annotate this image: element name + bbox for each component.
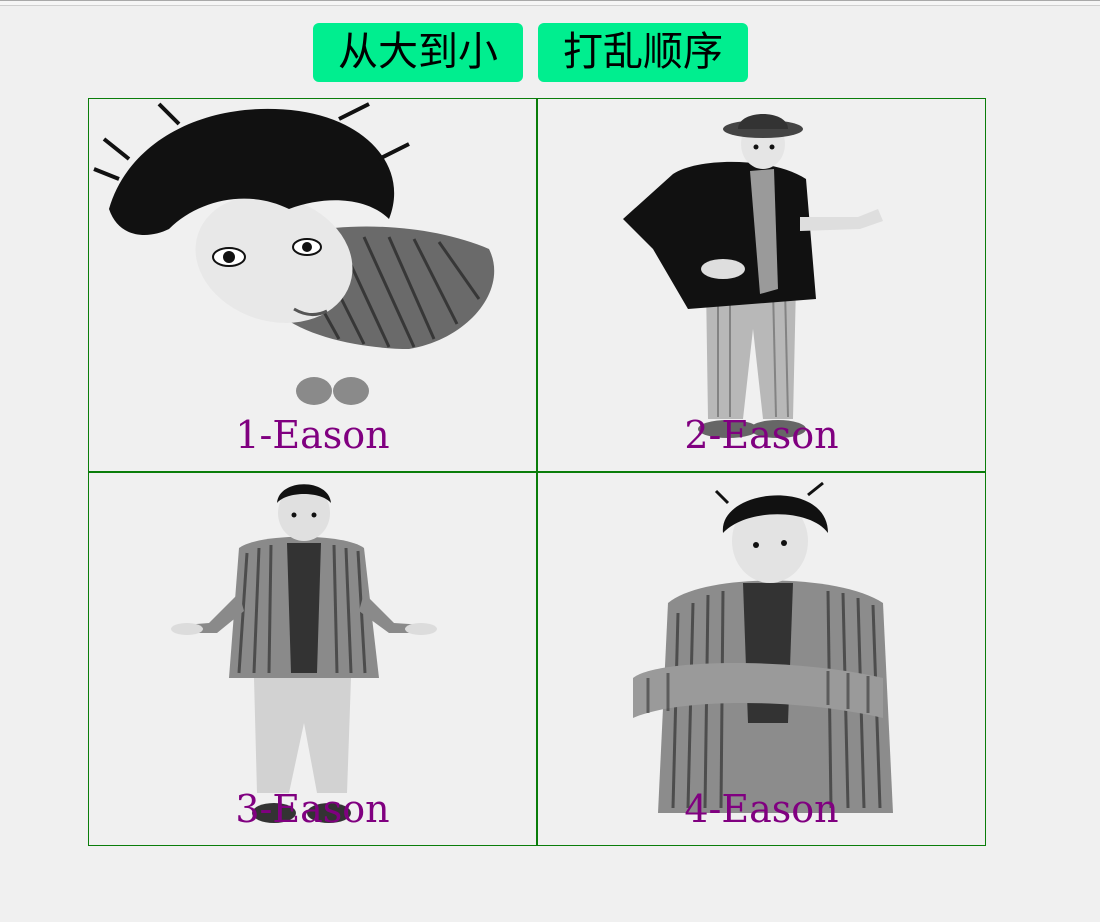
photo-caption: 1-Eason (235, 413, 390, 457)
photo-grid: 1-Eason 2-Eason 3-Eason 4-Eason (88, 98, 986, 846)
photo-card: 3-Eason (88, 472, 537, 846)
photo-card: 1-Eason (88, 98, 537, 472)
photo-card: 2-Eason (537, 98, 986, 472)
photo-card: 4-Eason (537, 472, 986, 846)
top-rule (0, 0, 1100, 6)
photo-caption: 4-Eason (684, 787, 839, 831)
photo-caption: 2-Eason (684, 413, 839, 457)
photo-caption: 3-Eason (235, 787, 390, 831)
shuffle-order-button[interactable]: 打乱顺序 (538, 23, 748, 82)
sort-descending-button[interactable]: 从大到小 (313, 23, 523, 82)
